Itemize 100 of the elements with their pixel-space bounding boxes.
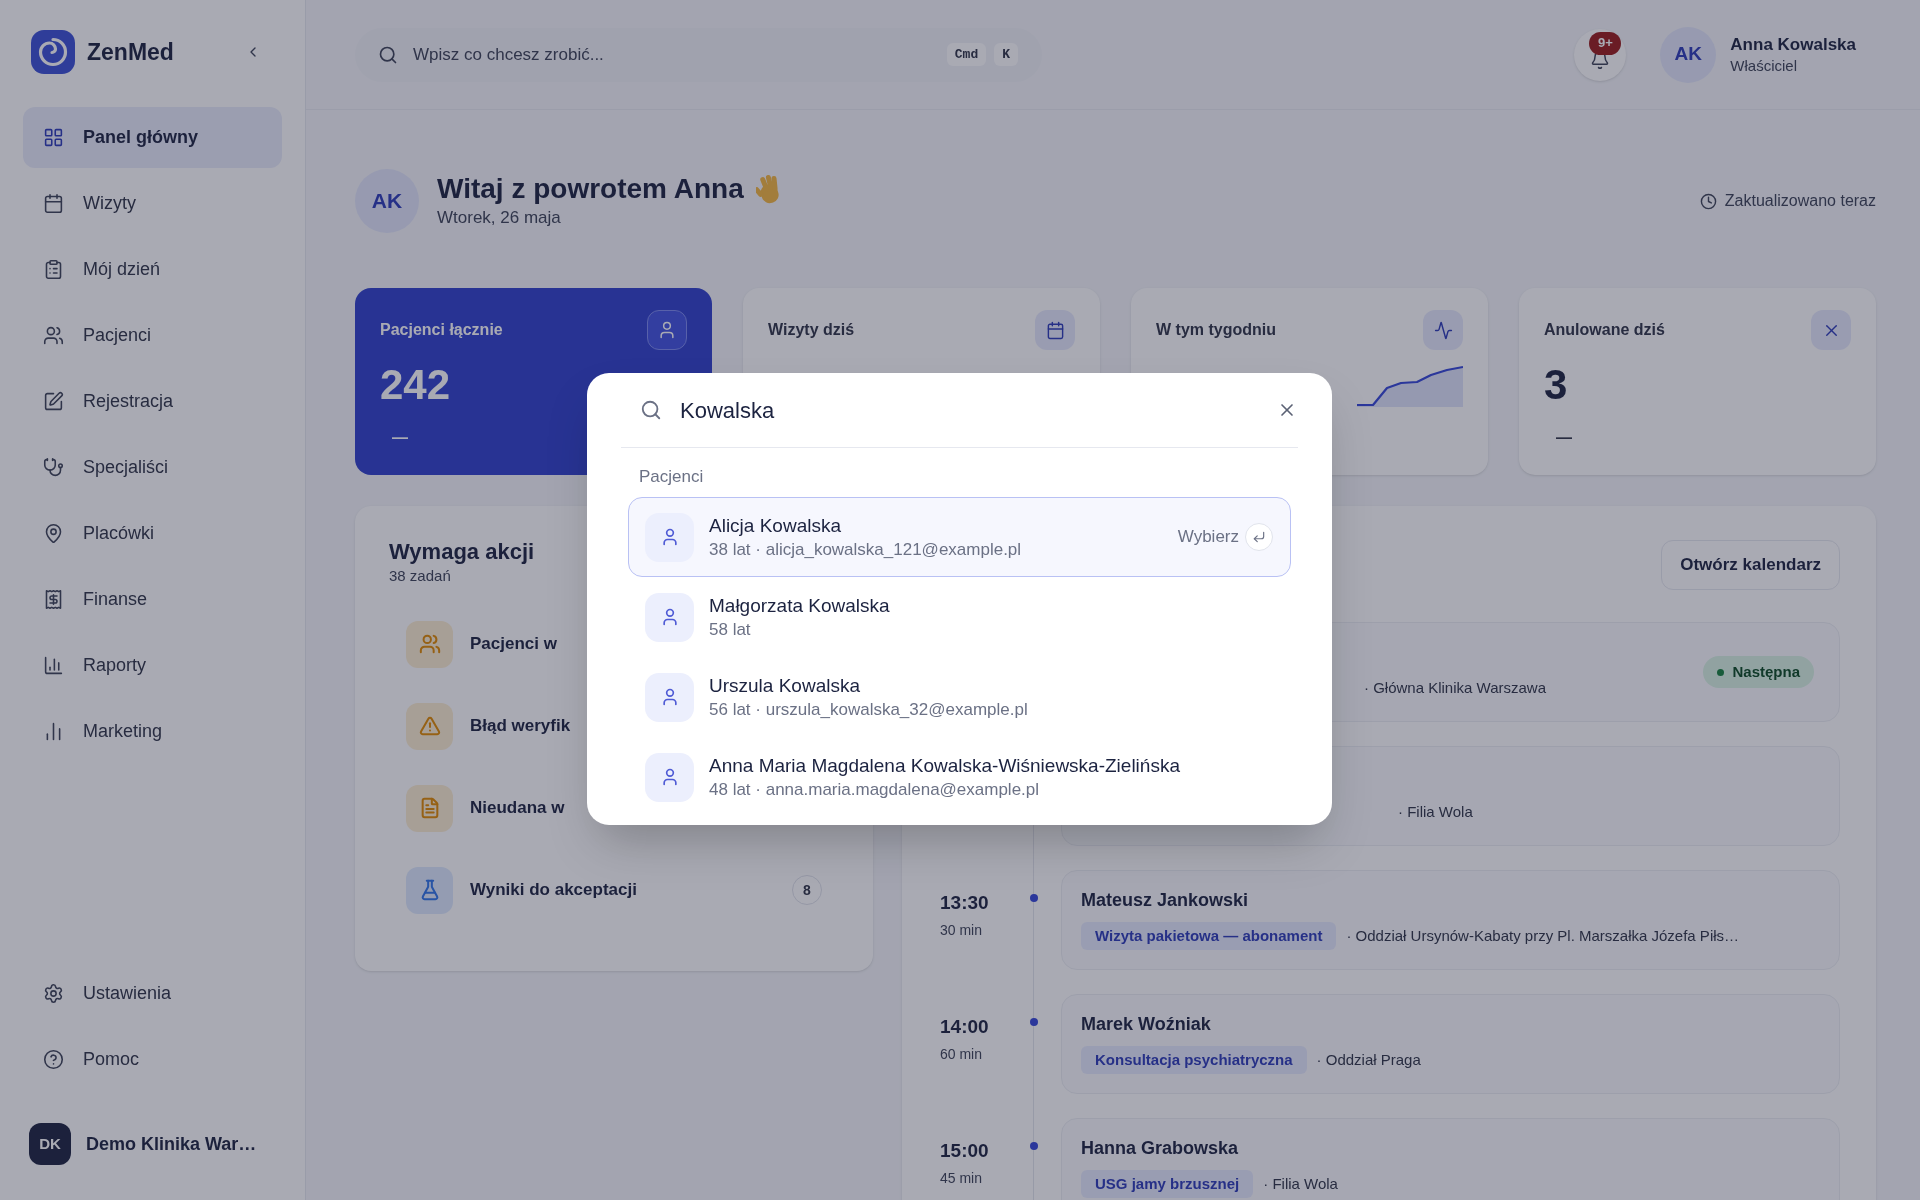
sidebar-item[interactable]: Finanse <box>23 569 282 630</box>
location-text: · Filia Wola <box>1263 1173 1338 1194</box>
stethoscope-icon <box>43 457 64 478</box>
welcome-date: Wtorek, 26 maja <box>437 207 561 229</box>
calendar-icon <box>1035 310 1075 350</box>
sidebar-item[interactable]: Wizyty <box>23 173 282 234</box>
bar-chart-icon <box>43 655 64 676</box>
enter-key-icon <box>1245 523 1273 551</box>
calendar-icon <box>43 193 64 214</box>
stat-label: W tym tygodniu <box>1156 320 1276 340</box>
task-item[interactable]: Pacjenci w <box>389 611 574 677</box>
task-count: 38 zadań <box>389 566 451 586</box>
task-item[interactable]: Wyniki do akceptacji 8 <box>389 857 839 923</box>
search-result[interactable]: Alicja Kowalska 38 lat · alicja_kowalska_121@example.pl Wybierz <box>628 497 1291 577</box>
sidebar-item[interactable]: Rejestracja <box>23 371 282 432</box>
sidebar-item[interactable]: Panel główny <box>23 107 282 168</box>
warning-icon <box>406 702 453 750</box>
service-tag: Konsultacja psychiatryczna <box>1081 1046 1307 1074</box>
clock-icon <box>1699 192 1717 210</box>
users-icon <box>406 620 453 668</box>
appointment-card[interactable]: Mateusz Jankowski Wizyta pakietowa — abonament · Oddział Ursynów-Kabaty przy Pl. Marszałka Józefa Piłs… <box>1061 870 1840 970</box>
logo-icon <box>31 30 75 74</box>
open-calendar-button[interactable]: Otwórz kalendarz <box>1661 540 1840 590</box>
sidebar-item[interactable]: Marketing <box>23 701 282 762</box>
brand-name: ZenMed <box>87 37 174 67</box>
patient-name: Hanna Grabowska <box>1081 1136 1239 1160</box>
service-tag: USG jamy brzusznej <box>1081 1170 1254 1198</box>
search-icon <box>378 44 398 65</box>
receipt-icon <box>43 589 64 610</box>
update-status: Zaktualizowano teraz <box>1724 191 1876 211</box>
workspace-switcher[interactable]: DK Demo Klinika War… <box>23 1123 282 1165</box>
map-pin-icon <box>43 523 64 544</box>
shortcut-key: K <box>994 42 1018 67</box>
stat-note: — <box>1556 428 1572 448</box>
welcome-title: Witaj z powrotem Anna <box>437 172 744 206</box>
help-icon <box>43 1049 64 1070</box>
sidebar-item[interactable]: Pacjenci <box>23 305 282 366</box>
sidebar-item[interactable]: Ustawienia <box>23 963 282 1024</box>
appointment-time: 15:00 <box>940 1139 989 1163</box>
user-icon <box>645 512 694 562</box>
clipboard-icon <box>43 259 64 280</box>
appointment-time: 13:30 <box>940 891 989 915</box>
user-avatar: AK <box>355 169 419 233</box>
sidebar-item[interactable]: Placówki <box>23 503 282 564</box>
user-icon <box>645 752 694 802</box>
sidebar-item[interactable]: Specjaliści <box>23 437 282 498</box>
search-icon <box>640 399 662 421</box>
task-label: Wyniki do akceptacji <box>470 879 637 902</box>
task-label: Pacjenci w <box>470 633 557 656</box>
result-details: 58 lat <box>709 619 751 641</box>
location-text: · Oddział Ursynów-Kabaty przy Pl. Marszałka Józefa Piłs… <box>1346 925 1740 946</box>
select-hint: Wybierz <box>1177 526 1239 549</box>
x-icon <box>1811 310 1851 350</box>
sidebar-item[interactable]: Pomoc <box>23 1029 282 1090</box>
stat-label: Pacjenci łącznie <box>380 320 503 340</box>
file-icon <box>406 784 453 832</box>
user-icon <box>645 592 694 642</box>
result-details: 48 lat · anna.maria.magdalena@example.pl <box>709 779 1040 801</box>
settings-icon <box>43 983 64 1004</box>
result-details: 56 lat · urszula_kowalska_32@example.pl <box>709 699 1028 721</box>
activity-icon <box>1423 310 1463 350</box>
appointment-card[interactable]: Hanna Grabowska USG jamy brzusznej · Filia Wola <box>1061 1118 1840 1200</box>
result-name: Małgorzata Kowalska <box>709 594 890 618</box>
search-field[interactable]: Wpisz co chcesz zrobić... <box>413 41 932 68</box>
users-icon <box>43 325 64 346</box>
flask-icon <box>406 866 453 914</box>
stat-label: Wizyty dziś <box>768 320 855 340</box>
grid-icon <box>43 127 64 148</box>
result-name: Urszula Kowalska <box>709 674 860 698</box>
patient-name: Mateusz Jankowski <box>1081 888 1249 912</box>
user-avatar[interactable]: AK <box>1660 26 1717 83</box>
user-icon <box>647 310 687 350</box>
stat-label: Anulowane dziś <box>1544 320 1665 340</box>
service-tag: Wizyta pakietowa — abonament <box>1081 922 1337 950</box>
search-input[interactable]: Kowalska <box>680 393 1258 427</box>
result-name: Alicja Kowalska <box>709 514 841 538</box>
user-role: Właściciel <box>1730 55 1798 76</box>
user-icon <box>645 672 694 722</box>
location-text: · Główna Klinika Warszawa <box>1364 677 1546 698</box>
workspace-avatar: DK <box>29 1123 71 1165</box>
task-label: Nieudana w <box>470 797 565 820</box>
location-text: · Oddział Praga <box>1316 1049 1421 1070</box>
appointment-duration: 30 min <box>940 921 983 939</box>
user-name: Anna Kowalska <box>1730 33 1856 56</box>
section-label: Pacjenci <box>639 467 704 487</box>
sidebar-item[interactable]: Mój dzień <box>23 239 282 300</box>
pen-square-icon <box>43 391 64 412</box>
panel-title: Wymaga akcji <box>389 538 535 566</box>
appointment-time: 14:00 <box>940 1015 989 1039</box>
result-details: 38 lat · alicja_kowalska_121@example.pl <box>709 539 1022 561</box>
sidebar-item[interactable]: Raporty <box>23 635 282 696</box>
shortcut-key: Cmd <box>946 42 987 67</box>
task-label: Błąd weryfik <box>470 715 571 738</box>
task-item[interactable]: Błąd weryfik <box>389 693 588 759</box>
workspace-name: Demo Klinika War… <box>86 1132 257 1156</box>
stat-value: 242 <box>380 360 451 410</box>
appointment-duration: 60 min <box>940 1045 983 1063</box>
status-badge: Następna <box>1703 656 1814 688</box>
task-item[interactable]: Nieudana w <box>389 775 582 841</box>
appointment-card[interactable]: Marek Woźniak Konsultacja psychiatryczna · Oddział Praga <box>1061 994 1840 1094</box>
